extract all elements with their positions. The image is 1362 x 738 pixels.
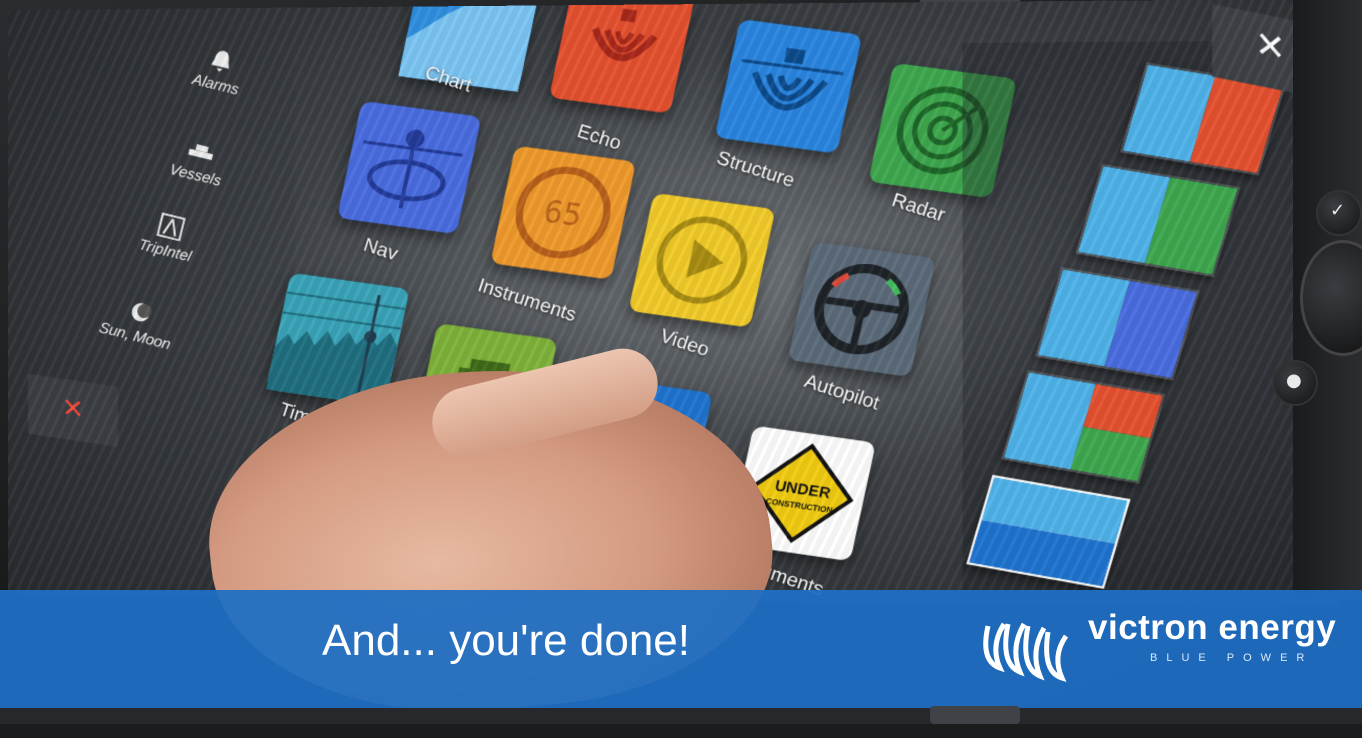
close-icon: ✕ <box>1255 23 1286 71</box>
sidebar-item-label: Vessels <box>167 160 223 190</box>
gauge-value: 65 <box>541 194 585 234</box>
edit-tab[interactable]: ✕ <box>27 373 119 447</box>
pin-icon: ● <box>1286 370 1302 391</box>
echo-icon <box>549 8 695 113</box>
caption-text: And... you're done! <box>322 616 690 665</box>
vessels-icon <box>188 144 214 161</box>
sidebar-item-sun-moon[interactable]: Sun, Moon <box>74 286 202 359</box>
bell-icon <box>210 48 233 74</box>
app-label-autopilot: Autopilot <box>801 370 883 415</box>
device-button-check[interactable]: ✓ <box>1316 190 1362 236</box>
app-instruments[interactable]: 65 <box>490 145 637 280</box>
sun-moon-icon <box>129 301 153 324</box>
device-button-mark[interactable]: ● <box>1272 360 1318 406</box>
power-button-bottom[interactable] <box>930 706 1020 724</box>
brand-tagline: BLUE POWER <box>1150 652 1314 664</box>
app-label-echo: Echo <box>574 120 624 155</box>
app-label-structure: Structure <box>714 147 798 192</box>
gauge-icon: 65 <box>490 146 636 280</box>
check-icon: ✓ <box>1330 200 1346 221</box>
sidebar-item-vessels[interactable]: Vessels <box>135 125 264 198</box>
sidebar-item-label: Sun, Moon <box>97 319 173 354</box>
app-label-instruments: Instruments <box>474 274 579 327</box>
brand-name: victron energy <box>1088 608 1337 647</box>
app-label-radar: Radar <box>889 189 948 227</box>
steering-wheel-icon <box>788 242 936 377</box>
app-video[interactable] <box>628 192 776 328</box>
sidebar-item-label: Alarms <box>190 70 241 99</box>
app-label-video: Video <box>657 325 712 362</box>
app-autopilot[interactable] <box>787 241 936 377</box>
compass-icon <box>154 212 187 242</box>
device-bottom <box>0 708 1362 724</box>
sidebar-item-alarms[interactable]: Alarms <box>155 35 284 107</box>
structure-icon <box>715 47 863 154</box>
sidebar-item-label: TripIntel <box>137 236 194 266</box>
victron-logo-icon <box>983 622 1069 682</box>
app-nav[interactable] <box>336 100 482 235</box>
tools-icon: ✕ <box>62 392 84 426</box>
nav-icon <box>337 128 482 234</box>
app-echo[interactable] <box>548 0 696 114</box>
play-icon <box>628 193 775 328</box>
app-label-nav: Nav <box>360 234 401 266</box>
sidebar-item-tripintel[interactable]: TripIntel <box>104 201 232 274</box>
app-structure[interactable] <box>714 19 863 154</box>
